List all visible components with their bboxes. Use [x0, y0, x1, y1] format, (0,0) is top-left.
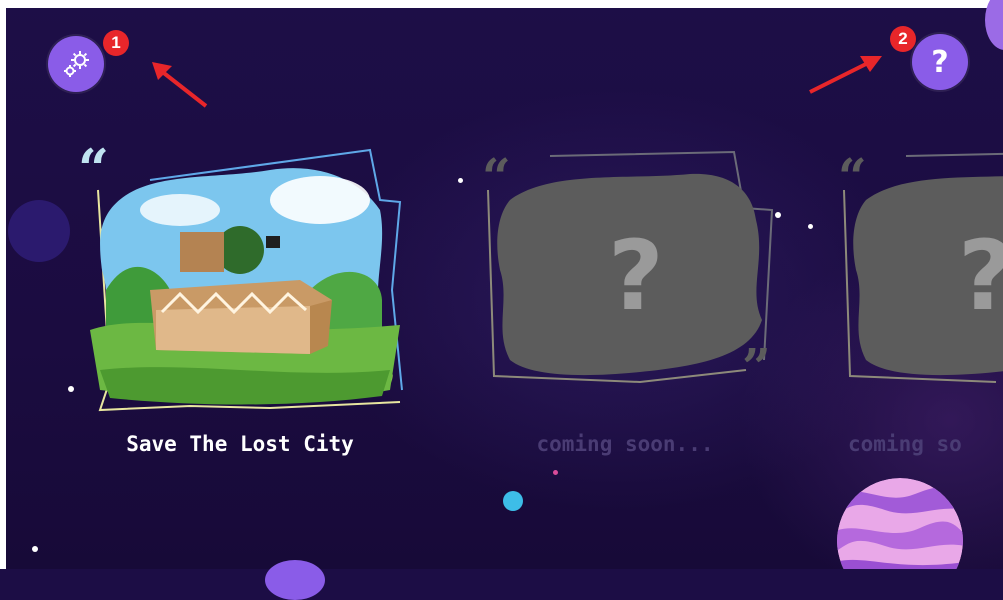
- open-quote-icon: “: [838, 150, 867, 206]
- help-badge: 2: [890, 26, 916, 52]
- coming-soon-label: coming so: [848, 432, 962, 456]
- level-card-locked-2: “ ?: [836, 150, 1003, 390]
- settings-button[interactable]: [48, 36, 104, 92]
- open-quote-icon: “: [482, 150, 511, 206]
- window-edge-left: [0, 0, 6, 569]
- close-quote-icon: ”: [742, 337, 771, 390]
- bubble-icon: [503, 491, 523, 511]
- open-quote-icon: “: [78, 140, 109, 201]
- star-icon: [32, 546, 38, 552]
- planet-left-icon: [8, 200, 70, 262]
- annotation-arrow-2: [809, 56, 882, 94]
- star-icon: [553, 470, 558, 475]
- level-card-save-the-lost-city[interactable]: “ ”: [70, 137, 410, 430]
- settings-badge: 1: [103, 30, 129, 56]
- help-button[interactable]: ?: [912, 34, 968, 90]
- coming-soon-label: coming soon...: [536, 432, 714, 456]
- star-icon: [458, 178, 463, 183]
- level-title: Save The Lost City: [126, 432, 354, 456]
- gear-icon: [64, 51, 89, 77]
- striped-planet-icon: [837, 478, 963, 569]
- level-card-locked-1: “ ” ?: [480, 147, 780, 396]
- star-icon: [808, 224, 813, 229]
- locked-question-mark: ?: [608, 220, 664, 332]
- annotation-arrow-1: [152, 62, 208, 108]
- window-edge-top: [0, 0, 1003, 8]
- locked-question-mark: ?: [958, 220, 1003, 332]
- level-artwork: “ ”: [78, 137, 403, 427]
- planet-bottom-icon: [265, 560, 325, 600]
- question-icon: ?: [931, 44, 949, 80]
